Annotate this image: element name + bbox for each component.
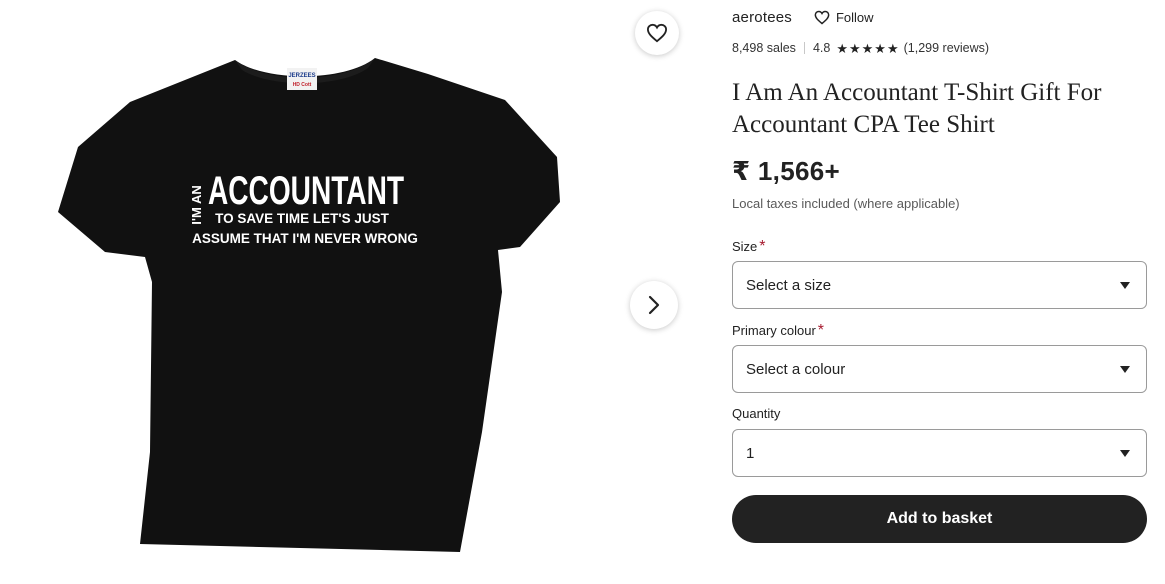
print-line-1: TO SAVE TIME LET'S JUST (215, 211, 389, 226)
star-icon: ★ (861, 40, 874, 56)
star-icon: ★ (874, 40, 886, 56)
colour-select[interactable]: Select a colour (732, 345, 1147, 393)
rating-value: 4.8 (812, 41, 831, 55)
sales-count: 8,498 sales (732, 41, 796, 55)
size-label-text: Size (732, 239, 758, 254)
star-icon: ★ (886, 40, 899, 56)
heart-icon (646, 23, 668, 43)
quantity-label: Quantity (732, 406, 781, 421)
colour-label-text: Primary colour (732, 323, 816, 338)
required-mark: * (759, 238, 766, 255)
tax-note: Local taxes included (where applicable) (732, 196, 960, 211)
shop-name-link[interactable]: aerotees (732, 9, 792, 26)
caret-down-icon (1120, 366, 1130, 373)
follow-button[interactable]: Follow (814, 10, 874, 25)
product-price: ₹ 1,566+ (732, 156, 840, 186)
star-icon: ★ (848, 40, 861, 56)
size-select[interactable]: Select a size (732, 261, 1147, 309)
heart-icon (814, 10, 830, 24)
chevron-right-icon (648, 295, 660, 315)
reviews-link[interactable]: (1,299 reviews) (904, 41, 989, 55)
favorite-button[interactable] (635, 11, 679, 55)
tag-brand: JERZEES (288, 73, 315, 79)
size-select-value: Select a size (746, 276, 832, 294)
product-title: I Am An Accountant T-Shirt Gift For Acco… (732, 79, 1102, 138)
colour-label: Primary colour * (732, 322, 824, 340)
shirt-body (58, 58, 560, 552)
quantity-select-value: 1 (746, 444, 755, 462)
caret-down-icon (1120, 282, 1130, 289)
print-line-2: ASSUME THAT I'M NEVER WRONG (192, 231, 418, 246)
divider (803, 42, 805, 54)
add-to-basket-button[interactable]: Add to basket (732, 495, 1147, 543)
product-image-pane: JERZEES HD Cott I'M AN ACCOUNTANT TO SAV… (0, 0, 700, 584)
next-image-button[interactable] (630, 281, 678, 329)
shop-row: aerotees Follow (732, 8, 874, 26)
tag-fabric: HD Cott (293, 82, 312, 88)
colour-select-value: Select a colour (746, 360, 846, 378)
product-image[interactable]: JERZEES HD Cott I'M AN ACCOUNTANT TO SAV… (50, 52, 570, 557)
star-rating: ★ ★ ★ ★ ★ (836, 42, 899, 55)
star-icon: ★ (836, 40, 848, 56)
required-mark: * (817, 322, 825, 339)
print-prefix: I'M AN (189, 185, 204, 224)
quantity-select[interactable]: 1 (732, 429, 1147, 477)
follow-label: Follow (835, 9, 874, 25)
shop-stats: 8,498 sales 4.8 ★ ★ ★ ★ ★ (1,299 reviews… (732, 41, 989, 55)
caret-down-icon (1120, 450, 1130, 457)
print-headline: ACCOUNTANT (208, 169, 404, 213)
size-label: Size * (732, 238, 766, 256)
